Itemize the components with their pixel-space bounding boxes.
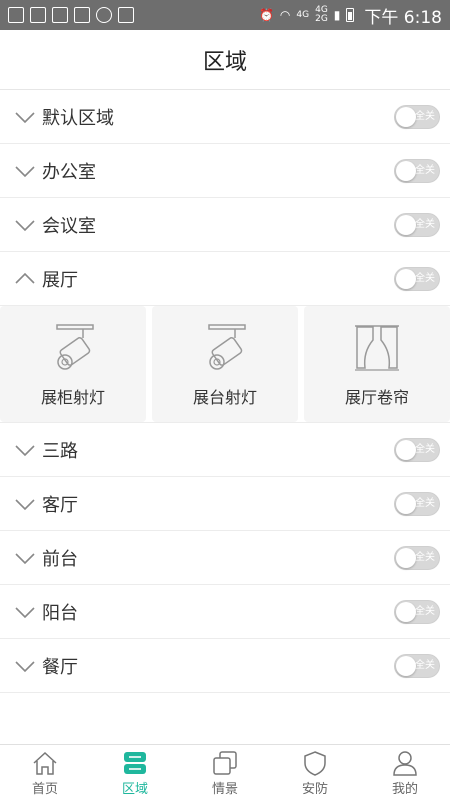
area-label: 客厅 (42, 494, 78, 516)
toggle-knob (396, 160, 416, 181)
toggle-text: 全关 (415, 497, 435, 509)
tab-label: 区域 (121, 781, 148, 797)
toggle-text: 全关 (415, 443, 435, 455)
tab-label: 首页 (31, 781, 58, 797)
toggle-knob (396, 106, 416, 127)
network-label-1: 4G (296, 9, 310, 20)
tab-mine[interactable]: 我的 (360, 745, 450, 800)
title-bar: 区域 (0, 30, 450, 90)
home-icon (33, 751, 57, 775)
user-icon (393, 750, 417, 776)
chevron-down-icon (15, 219, 35, 231)
toggle-text: 全关 (415, 659, 435, 671)
chevron-down-icon (15, 552, 35, 564)
toggle-text: 全关 (415, 218, 435, 230)
tab-security[interactable]: 安防 (270, 745, 360, 800)
device-label: 展厅卷帘 (344, 388, 409, 407)
device-grid: 展柜射灯 展台射灯 展厅卷帘 (0, 306, 450, 423)
area-label: 三路 (42, 440, 78, 462)
tab-label: 安防 (301, 781, 328, 797)
scene-icon (213, 750, 237, 775)
tab-label: 情景 (211, 781, 238, 797)
chevron-up-icon (15, 272, 35, 284)
device-label: 展柜射灯 (40, 388, 105, 407)
network-labels: 4G 2G (315, 6, 328, 24)
area-label: 默认区域 (42, 107, 114, 129)
area-row-exhibition[interactable]: 展厅 全关 (0, 252, 450, 306)
toggle-knob (396, 214, 416, 235)
area-label: 阳台 (42, 602, 78, 624)
device-card[interactable]: 展柜射灯 (0, 306, 146, 422)
battery-icon (346, 8, 355, 22)
device-card[interactable]: 展厅卷帘 (304, 306, 450, 422)
area-row-reception[interactable]: 前台 全关 (0, 531, 450, 585)
area-toggle[interactable]: 全关 (394, 437, 440, 462)
tab-home[interactable]: 首页 (0, 745, 90, 800)
area-toggle[interactable]: 全关 (394, 212, 440, 237)
status-time: 下午 6:18 (364, 7, 442, 28)
area-label: 展厅 (42, 269, 78, 291)
spotlight-icon (56, 324, 94, 370)
chevron-down-icon (15, 111, 35, 123)
toggle-text: 全关 (415, 164, 435, 176)
toggle-knob (396, 547, 416, 568)
toggle-knob (396, 493, 416, 514)
notification-icons (8, 7, 134, 23)
toggle-text: 全关 (415, 605, 435, 617)
area-toggle[interactable]: 全关 (394, 545, 440, 570)
shield-icon (304, 750, 326, 776)
toggle-knob (396, 655, 416, 676)
area-icon (124, 751, 146, 774)
wifi-icon: ◠ (279, 8, 291, 22)
chevron-down-icon (15, 165, 35, 177)
sync-icon (96, 7, 112, 23)
signal-icon: ▮ (333, 8, 341, 22)
baidu-icon (74, 7, 90, 23)
tab-label: 我的 (391, 781, 418, 797)
area-list: 默认区域 全关 办公室 全关 会议室 全关 展厅 全关 展柜射灯 展台射灯 展厅… (0, 90, 450, 693)
bottom-tab-bar: 首页 区域 情景 安防 我的 (0, 744, 450, 800)
status-bar: ⏰ ◠ 4G 4G 2G ▮ 下午 6:18 (0, 0, 450, 30)
page-title: 区域 (202, 49, 247, 75)
area-row-living[interactable]: 客厅 全关 (0, 477, 450, 531)
card-icon (52, 7, 68, 23)
toggle-knob (396, 268, 416, 289)
area-label: 会议室 (42, 215, 96, 237)
toggle-knob (396, 601, 416, 622)
spotlight-icon (208, 324, 246, 370)
curtain-icon (355, 325, 399, 371)
device-label: 展台射灯 (192, 388, 257, 407)
image-icon (8, 7, 24, 23)
toggle-text: 全关 (415, 551, 435, 563)
area-toggle[interactable]: 全关 (394, 266, 440, 291)
alarm-icon: ⏰ (258, 8, 274, 22)
area-row-dining[interactable]: 餐厅 全关 (0, 639, 450, 693)
area-row-balcony[interactable]: 阳台 全关 (0, 585, 450, 639)
bag-icon (118, 7, 134, 23)
area-label: 前台 (42, 548, 78, 570)
toggle-text: 全关 (415, 110, 435, 122)
toggle-knob (396, 439, 416, 460)
tab-scene[interactable]: 情景 (180, 745, 270, 800)
toggle-text: 全关 (415, 272, 435, 284)
baidu-icon (30, 7, 46, 23)
area-toggle[interactable]: 全关 (394, 104, 440, 129)
chevron-down-icon (15, 660, 35, 672)
chevron-down-icon (15, 606, 35, 618)
area-row-default[interactable]: 默认区域 全关 (0, 90, 450, 144)
area-toggle[interactable]: 全关 (394, 653, 440, 678)
area-label: 办公室 (42, 161, 96, 183)
area-row-office[interactable]: 办公室 全关 (0, 144, 450, 198)
chevron-down-icon (15, 498, 35, 510)
area-toggle[interactable]: 全关 (394, 491, 440, 516)
area-label: 餐厅 (42, 656, 78, 678)
area-toggle[interactable]: 全关 (394, 158, 440, 183)
device-card[interactable]: 展台射灯 (152, 306, 298, 422)
network-label-3: 2G (315, 14, 328, 24)
area-row-meeting[interactable]: 会议室 全关 (0, 198, 450, 252)
area-row-sanlu[interactable]: 三路 全关 (0, 423, 450, 477)
area-toggle[interactable]: 全关 (394, 599, 440, 624)
chevron-down-icon (15, 444, 35, 456)
tab-area[interactable]: 区域 (90, 745, 180, 800)
